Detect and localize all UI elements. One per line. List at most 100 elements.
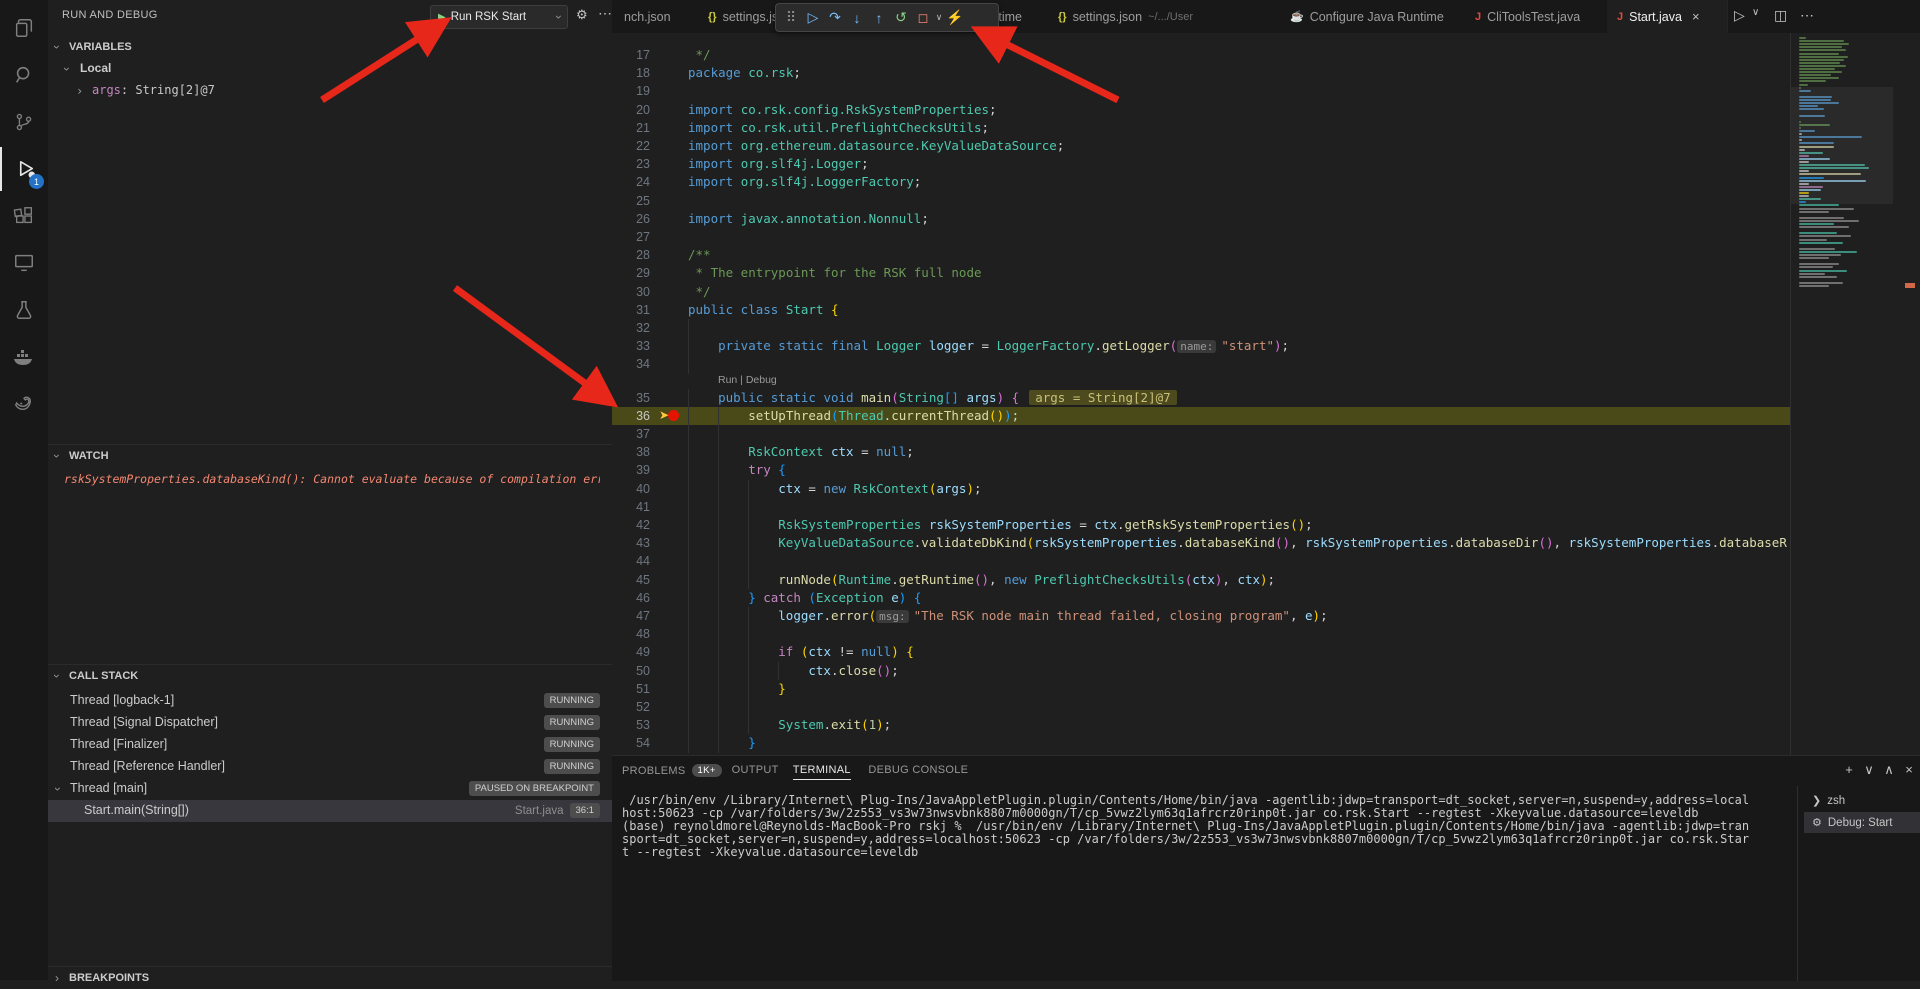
tab-label: settings.json bbox=[1073, 10, 1142, 24]
tab-label: CliToolsTest.java bbox=[1487, 10, 1580, 24]
minimap-line bbox=[1799, 208, 1854, 210]
java-runtime-icon: ☕ bbox=[1290, 10, 1304, 23]
code-line-37 bbox=[688, 425, 748, 443]
step-out-button[interactable]: ↑ bbox=[868, 7, 890, 29]
activity-search-icon[interactable] bbox=[0, 53, 48, 97]
code-line-52 bbox=[688, 698, 778, 716]
tab-clitoolstest-java[interactable]: JCliToolsTest.java bbox=[1465, 0, 1608, 33]
chevron-down-icon: › bbox=[552, 15, 566, 19]
run-dropdown[interactable]: ∨ bbox=[1752, 7, 1759, 18]
variables-section-header[interactable]: ›VARIABLES bbox=[48, 36, 612, 58]
code-line-33: private static final Logger logger = Log… bbox=[688, 337, 1289, 355]
split-editor-button[interactable]: ◫ bbox=[1774, 7, 1787, 24]
more-actions-icon[interactable]: ⋯ bbox=[598, 5, 612, 22]
minimap-line bbox=[1799, 46, 1842, 48]
thread-row[interactable]: Thread [logback-1] RUNNING bbox=[48, 690, 612, 712]
activity-run-debug-icon[interactable]: 1 bbox=[0, 147, 50, 191]
stop-button[interactable]: ◻ bbox=[912, 7, 934, 29]
minimap-line bbox=[1799, 53, 1839, 55]
code-line-32 bbox=[688, 319, 718, 337]
step-over-button[interactable]: ↷ bbox=[824, 7, 846, 29]
minimap-line bbox=[1799, 223, 1834, 225]
debug-toolbar: ⠿▷↷↓↑↺◻∨⚡ bbox=[775, 3, 999, 32]
tab-start-java[interactable]: JStart.java× bbox=[1607, 0, 1728, 33]
minimap-line bbox=[1799, 204, 1839, 206]
minimap-line bbox=[1799, 71, 1842, 73]
code-line-44 bbox=[688, 552, 778, 570]
call-stack-section-header[interactable]: ›CALL STACK bbox=[48, 664, 612, 687]
variable-args[interactable]: › args: String[2]@7 bbox=[48, 80, 612, 102]
restart-button[interactable]: ↺ bbox=[890, 7, 912, 29]
tab-label: Start.java bbox=[1629, 10, 1682, 24]
code-line-29: * The entrypoint for the RSK full node bbox=[688, 264, 982, 282]
new-terminal-button[interactable]: + bbox=[1840, 762, 1858, 777]
thread-status: RUNNING bbox=[544, 737, 600, 752]
thread-row[interactable]: Thread [Signal Dispatcher]RUNNING bbox=[48, 712, 612, 734]
tab-configure-java-runtime[interactable]: ☕Configure Java Runtime bbox=[1280, 0, 1466, 33]
breakpoints-section-header[interactable]: ›BREAKPOINTS bbox=[48, 966, 612, 989]
step-into-button[interactable]: ↓ bbox=[846, 7, 868, 29]
minimap-line bbox=[1799, 276, 1837, 278]
panel-tab-problems[interactable]: PROBLEMS1K+ bbox=[622, 764, 722, 777]
continue-button[interactable]: ▷ bbox=[802, 7, 824, 29]
minimap-line bbox=[1799, 84, 1808, 86]
run-button[interactable]: ▷ bbox=[1734, 7, 1745, 24]
panel-tab-output[interactable]: OUTPUT bbox=[732, 764, 779, 776]
activity-gradle-icon[interactable] bbox=[0, 382, 48, 426]
thread-status: RUNNING bbox=[544, 693, 600, 708]
tab-settings-json[interactable]: {}settings.json~/.../User bbox=[1048, 0, 1281, 33]
activity-source-control-icon[interactable] bbox=[0, 100, 48, 144]
thread-row[interactable]: Thread [Finalizer]RUNNING bbox=[48, 734, 612, 756]
code-editor[interactable]: 1718192021222324252627282930313233343536… bbox=[612, 33, 1920, 755]
launch-config-dropdown[interactable]: ▶ Run RSK Start › bbox=[430, 5, 568, 29]
json-icon: {} bbox=[708, 11, 717, 23]
variables-local-scope[interactable]: › Local bbox=[48, 58, 612, 80]
close-icon[interactable]: × bbox=[1692, 9, 1700, 24]
close-panel-button[interactable]: × bbox=[1900, 762, 1918, 777]
chevron-down-icon: › bbox=[51, 787, 65, 791]
play-icon: ▶ bbox=[438, 12, 446, 23]
hot-code-replace-button[interactable]: ⚡ bbox=[944, 7, 966, 29]
stop-dropdown[interactable]: ∨ bbox=[934, 7, 944, 29]
activity-extensions-icon[interactable] bbox=[0, 194, 48, 238]
code-line-35: public static void main(String[] args) {… bbox=[688, 389, 1177, 407]
terminal-list-item-debug-start[interactable]: ⚙Debug: Start bbox=[1804, 812, 1920, 833]
activity-docker-icon[interactable] bbox=[0, 335, 48, 379]
thread-row[interactable]: Thread [Reference Handler]RUNNING bbox=[48, 756, 612, 778]
minimap-line bbox=[1799, 270, 1847, 272]
gear-icon[interactable]: ⚙ bbox=[576, 7, 588, 23]
code-line-28: /** bbox=[688, 246, 711, 264]
code-line-22: import org.ethereum.datasource.KeyValueD… bbox=[688, 137, 1064, 155]
watch-expression[interactable]: rskSystemProperties.databaseKind(): Cann… bbox=[48, 468, 612, 490]
maximize-panel-button[interactable]: ∧ bbox=[1880, 762, 1898, 778]
minimap[interactable] bbox=[1790, 33, 1920, 755]
minimap-viewport[interactable] bbox=[1791, 87, 1893, 205]
activity-explorer-icon[interactable] bbox=[0, 6, 48, 50]
minimap-line bbox=[1799, 220, 1859, 222]
codelens[interactable]: Run | Debug bbox=[718, 374, 777, 386]
minimap-line bbox=[1799, 257, 1829, 259]
panel-tab-terminal[interactable]: TERMINAL bbox=[793, 764, 851, 780]
terminal-prompt-icon: ❯ bbox=[1812, 794, 1821, 807]
minimap-line bbox=[1799, 248, 1835, 250]
codelens-run[interactable]: Run bbox=[718, 374, 737, 386]
thread-name: Thread [Reference Handler] bbox=[70, 759, 225, 773]
activity-testing-icon[interactable] bbox=[0, 288, 48, 332]
terminal-line: t --regtest -Xkeyvalue.datasource=leveld… bbox=[622, 846, 918, 859]
codelens-debug[interactable]: Debug bbox=[746, 374, 777, 386]
problems-badge: 1K+ bbox=[692, 764, 722, 777]
terminal-list-item-zsh[interactable]: ❯zsh bbox=[1804, 790, 1920, 811]
terminal-dropdown[interactable]: ∨ bbox=[1860, 762, 1878, 778]
more-actions-button[interactable]: ⋯ bbox=[1800, 7, 1814, 24]
thread-name: Thread [logback-1] bbox=[70, 693, 174, 707]
activity-remote-explorer-icon[interactable] bbox=[0, 241, 48, 285]
minimap-line bbox=[1799, 37, 1806, 39]
code-line-46: } catch (Exception e) { bbox=[688, 589, 921, 607]
stack-frame-row[interactable]: Start.main(String[])Start.java36:1 bbox=[48, 800, 612, 822]
minimap-line bbox=[1799, 285, 1829, 287]
watch-section-header[interactable]: ›WATCH bbox=[48, 444, 612, 467]
minimap-line bbox=[1799, 49, 1846, 51]
tab-nch-json[interactable]: nch.json bbox=[612, 0, 711, 33]
panel-tab-debug-console[interactable]: DEBUG CONSOLE bbox=[868, 764, 968, 776]
thread-row[interactable]: ›Thread [main]PAUSED ON BREAKPOINT bbox=[48, 778, 612, 800]
